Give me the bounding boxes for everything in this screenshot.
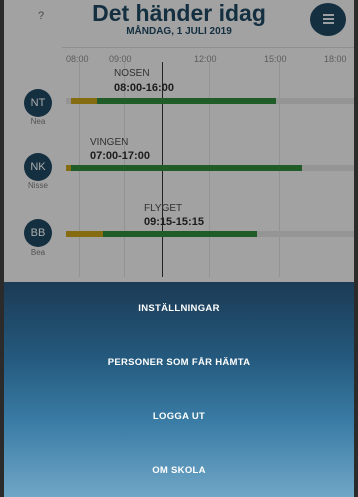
menu-item-installningar[interactable]: INSTÄLLNINGAR <box>4 282 354 336</box>
action-sheet: INSTÄLLNINGAR PERSONER SOM FÅR HÄMTA LOG… <box>4 282 354 497</box>
dim-overlay[interactable] <box>4 0 354 282</box>
menu-item-personer-som-far-hamta[interactable]: PERSONER SOM FÅR HÄMTA <box>4 336 354 390</box>
menu-item-logga-ut[interactable]: LOGGA UT <box>4 390 354 444</box>
app-screen: ? Det händer idag MÅNDAG, 1 JULI 2019 08… <box>4 0 354 497</box>
menu-item-om-skola[interactable]: OM SKOLA <box>4 444 354 497</box>
